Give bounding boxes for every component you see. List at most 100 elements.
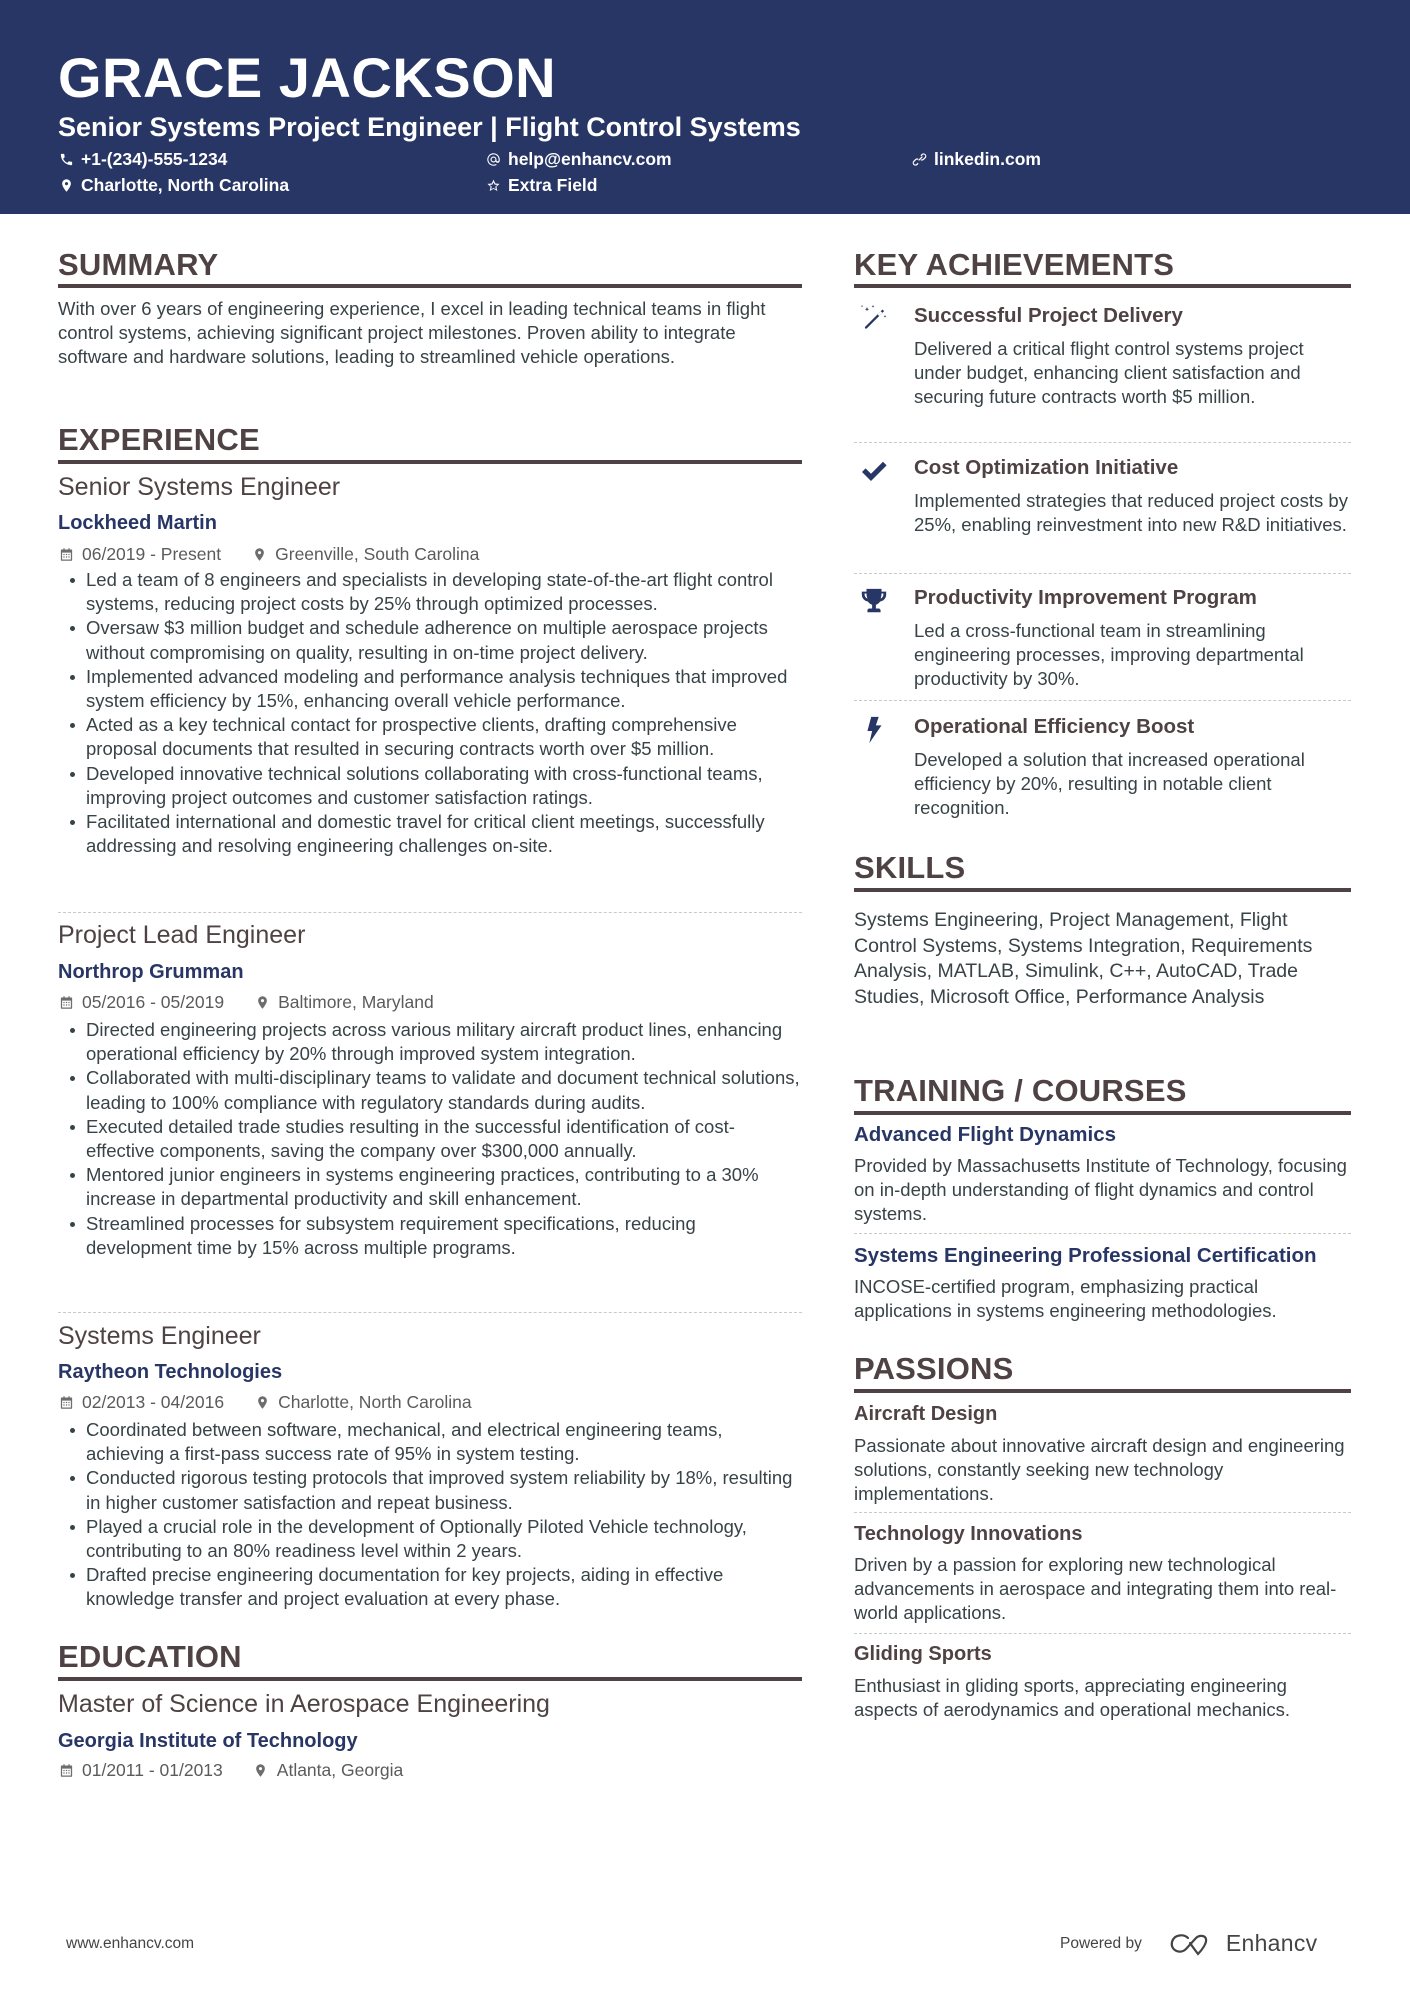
achievement-title: Successful Project Delivery: [914, 304, 1183, 327]
location-pin-icon: [254, 1394, 270, 1410]
section-title-summary: SUMMARY: [58, 247, 219, 282]
entry-divider: [854, 1633, 1351, 1634]
course-text: INCOSE-certified program, emphasizing pr…: [854, 1276, 1277, 1322]
candidate-name: GRACE JACKSON: [58, 46, 557, 109]
entry-divider: [58, 1312, 802, 1313]
entry-divider: [854, 442, 1351, 443]
powered-by-enhancv[interactable]: Powered by Enhancv: [1060, 1930, 1317, 1957]
link-icon: [911, 151, 927, 167]
resume-header: GRACE JACKSON Senior Systems Project Eng…: [0, 0, 1410, 214]
contact-email[interactable]: help@enhancv.com: [485, 148, 672, 170]
job-dates: 05/2016 - 05/2019: [82, 992, 225, 1012]
achievement-title: Productivity Improvement Program: [914, 586, 1257, 609]
achievement-title: Operational Efficiency Boost: [914, 715, 1195, 738]
candidate-headline: Senior Systems Project Engineer | Flight…: [58, 112, 801, 142]
passion-text: Driven by a passion for exploring new te…: [854, 1554, 1337, 1624]
job-dates: 06/2019 - Present: [82, 544, 222, 564]
job-location: Baltimore, Maryland: [278, 992, 434, 1012]
job-title: Systems Engineer: [58, 1322, 261, 1350]
school-name: Georgia Institute of Technology: [58, 1730, 358, 1752]
contact-linkedin[interactable]: linkedin.com: [911, 148, 1041, 170]
achievement-text: Implemented strategies that reduced proj…: [914, 490, 1348, 535]
section-rule: [854, 888, 1351, 892]
calendar-icon: [58, 546, 74, 562]
job-meta: 05/2016 - 05/2019 Baltimore, Maryland: [58, 991, 802, 1013]
education-meta: 01/2011 - 01/2013 Atlanta, Georgia: [58, 1759, 802, 1781]
passion-title: Gliding Sports: [854, 1643, 992, 1665]
degree-title: Master of Science in Aerospace Engineeri…: [58, 1690, 550, 1718]
section-rule: [854, 284, 1351, 288]
section-rule: [58, 1677, 802, 1681]
bullet-item: Collaborated with multi-disciplinary tea…: [58, 1066, 802, 1114]
achievement-text: Delivered a critical flight control syst…: [914, 338, 1304, 407]
job-meta: 06/2019 - Present Greenville, South Caro…: [58, 543, 802, 565]
bullet-item: Developed innovative technical solutions…: [58, 762, 802, 810]
star-icon: [485, 177, 501, 193]
section-rule: [58, 284, 802, 288]
course-title: Systems Engineering Professional Certifi…: [854, 1244, 1317, 1267]
bullet-item: Implemented advanced modeling and perfor…: [58, 665, 802, 713]
magic-wand-icon: [858, 303, 890, 335]
job-title: Senior Systems Engineer: [58, 473, 341, 501]
passion-title: Aircraft Design: [854, 1403, 998, 1425]
contact-location: Charlotte, North Carolina: [58, 174, 289, 196]
bullet-item: Acted as a key technical contact for pro…: [58, 713, 802, 761]
powered-by-label: Powered by: [1060, 1934, 1142, 1952]
contact-extra-field: Extra Field: [485, 174, 597, 196]
enhancv-brand: Enhancv: [1225, 1930, 1318, 1956]
bullet-item: Streamlined processes for subsystem requ…: [58, 1212, 802, 1260]
section-rule: [58, 460, 802, 464]
location-pin-icon: [251, 546, 267, 562]
company-name: Raytheon Technologies: [58, 1361, 283, 1383]
passion-title: Technology Innovations: [854, 1523, 1083, 1545]
bullet-item: Executed detailed trade studies resultin…: [58, 1115, 802, 1163]
entry-divider: [58, 912, 802, 913]
section-rule: [854, 1111, 1351, 1115]
section-title-skills: SKILLS: [854, 850, 966, 885]
phone-icon: [58, 151, 74, 167]
location-pin-icon: [58, 177, 74, 193]
education-dates: 01/2011 - 01/2013: [82, 1760, 223, 1780]
summary-text: With over 6 years of engineering experie…: [58, 298, 766, 368]
footer-website-link[interactable]: www.enhancv.com: [66, 1934, 194, 1954]
company-name: Lockheed Martin: [58, 512, 217, 534]
job-location: Greenville, South Carolina: [275, 544, 480, 564]
job-location: Charlotte, North Carolina: [278, 1392, 472, 1412]
passion-text: Enthusiast in gliding sports, appreciati…: [854, 1675, 1291, 1721]
bullet-item: Coordinated between software, mechanical…: [58, 1418, 802, 1466]
bullet-item: Played a crucial role in the development…: [58, 1515, 802, 1563]
at-icon: [485, 151, 501, 167]
entry-divider: [854, 1512, 1351, 1513]
job-dates: 02/2013 - 04/2016: [82, 1392, 225, 1412]
entry-divider: [854, 1233, 1351, 1234]
checkmark-icon: [858, 455, 890, 487]
section-rule: [854, 1389, 1351, 1393]
bullet-item: Mentored junior engineers in systems eng…: [58, 1163, 802, 1211]
bullet-item: Led a team of 8 engineers and specialist…: [58, 568, 802, 616]
bullet-item: Directed engineering projects across var…: [58, 1018, 802, 1066]
achievement-text: Led a cross-functional team in streamlin…: [914, 620, 1304, 689]
job-bullets: Directed engineering projects across var…: [58, 1018, 802, 1260]
course-text: Provided by Massachusetts Institute of T…: [854, 1155, 1347, 1225]
bullet-item: Oversaw $3 million budget and schedule a…: [58, 616, 802, 664]
contact-phone[interactable]: +1-(234)-555-1234: [58, 148, 227, 170]
company-name: Northrop Grumman: [58, 961, 244, 983]
location-pin-icon: [253, 1762, 269, 1778]
entry-divider: [854, 700, 1351, 701]
job-bullets: Coordinated between software, mechanical…: [58, 1418, 802, 1612]
section-title-training: TRAINING / COURSES: [854, 1073, 1187, 1108]
calendar-icon: [58, 1762, 74, 1778]
course-title: Advanced Flight Dynamics: [854, 1123, 1117, 1146]
job-title: Project Lead Engineer: [58, 921, 306, 949]
location-pin-icon: [254, 994, 270, 1010]
achievement-text: Developed a solution that increased oper…: [914, 749, 1305, 818]
job-bullets: Led a team of 8 engineers and specialist…: [58, 568, 802, 858]
entry-divider: [854, 573, 1351, 574]
passion-text: Passionate about innovative aircraft des…: [854, 1435, 1345, 1505]
bullet-item: Conducted rigorous testing protocols tha…: [58, 1466, 802, 1514]
enhancv-logo-icon: [1170, 1933, 1208, 1956]
calendar-icon: [58, 1394, 74, 1410]
bullet-item: Drafted precise engineering documentatio…: [58, 1563, 802, 1611]
trophy-icon: [858, 585, 890, 617]
achievement-title: Cost Optimization Initiative: [914, 456, 1179, 479]
